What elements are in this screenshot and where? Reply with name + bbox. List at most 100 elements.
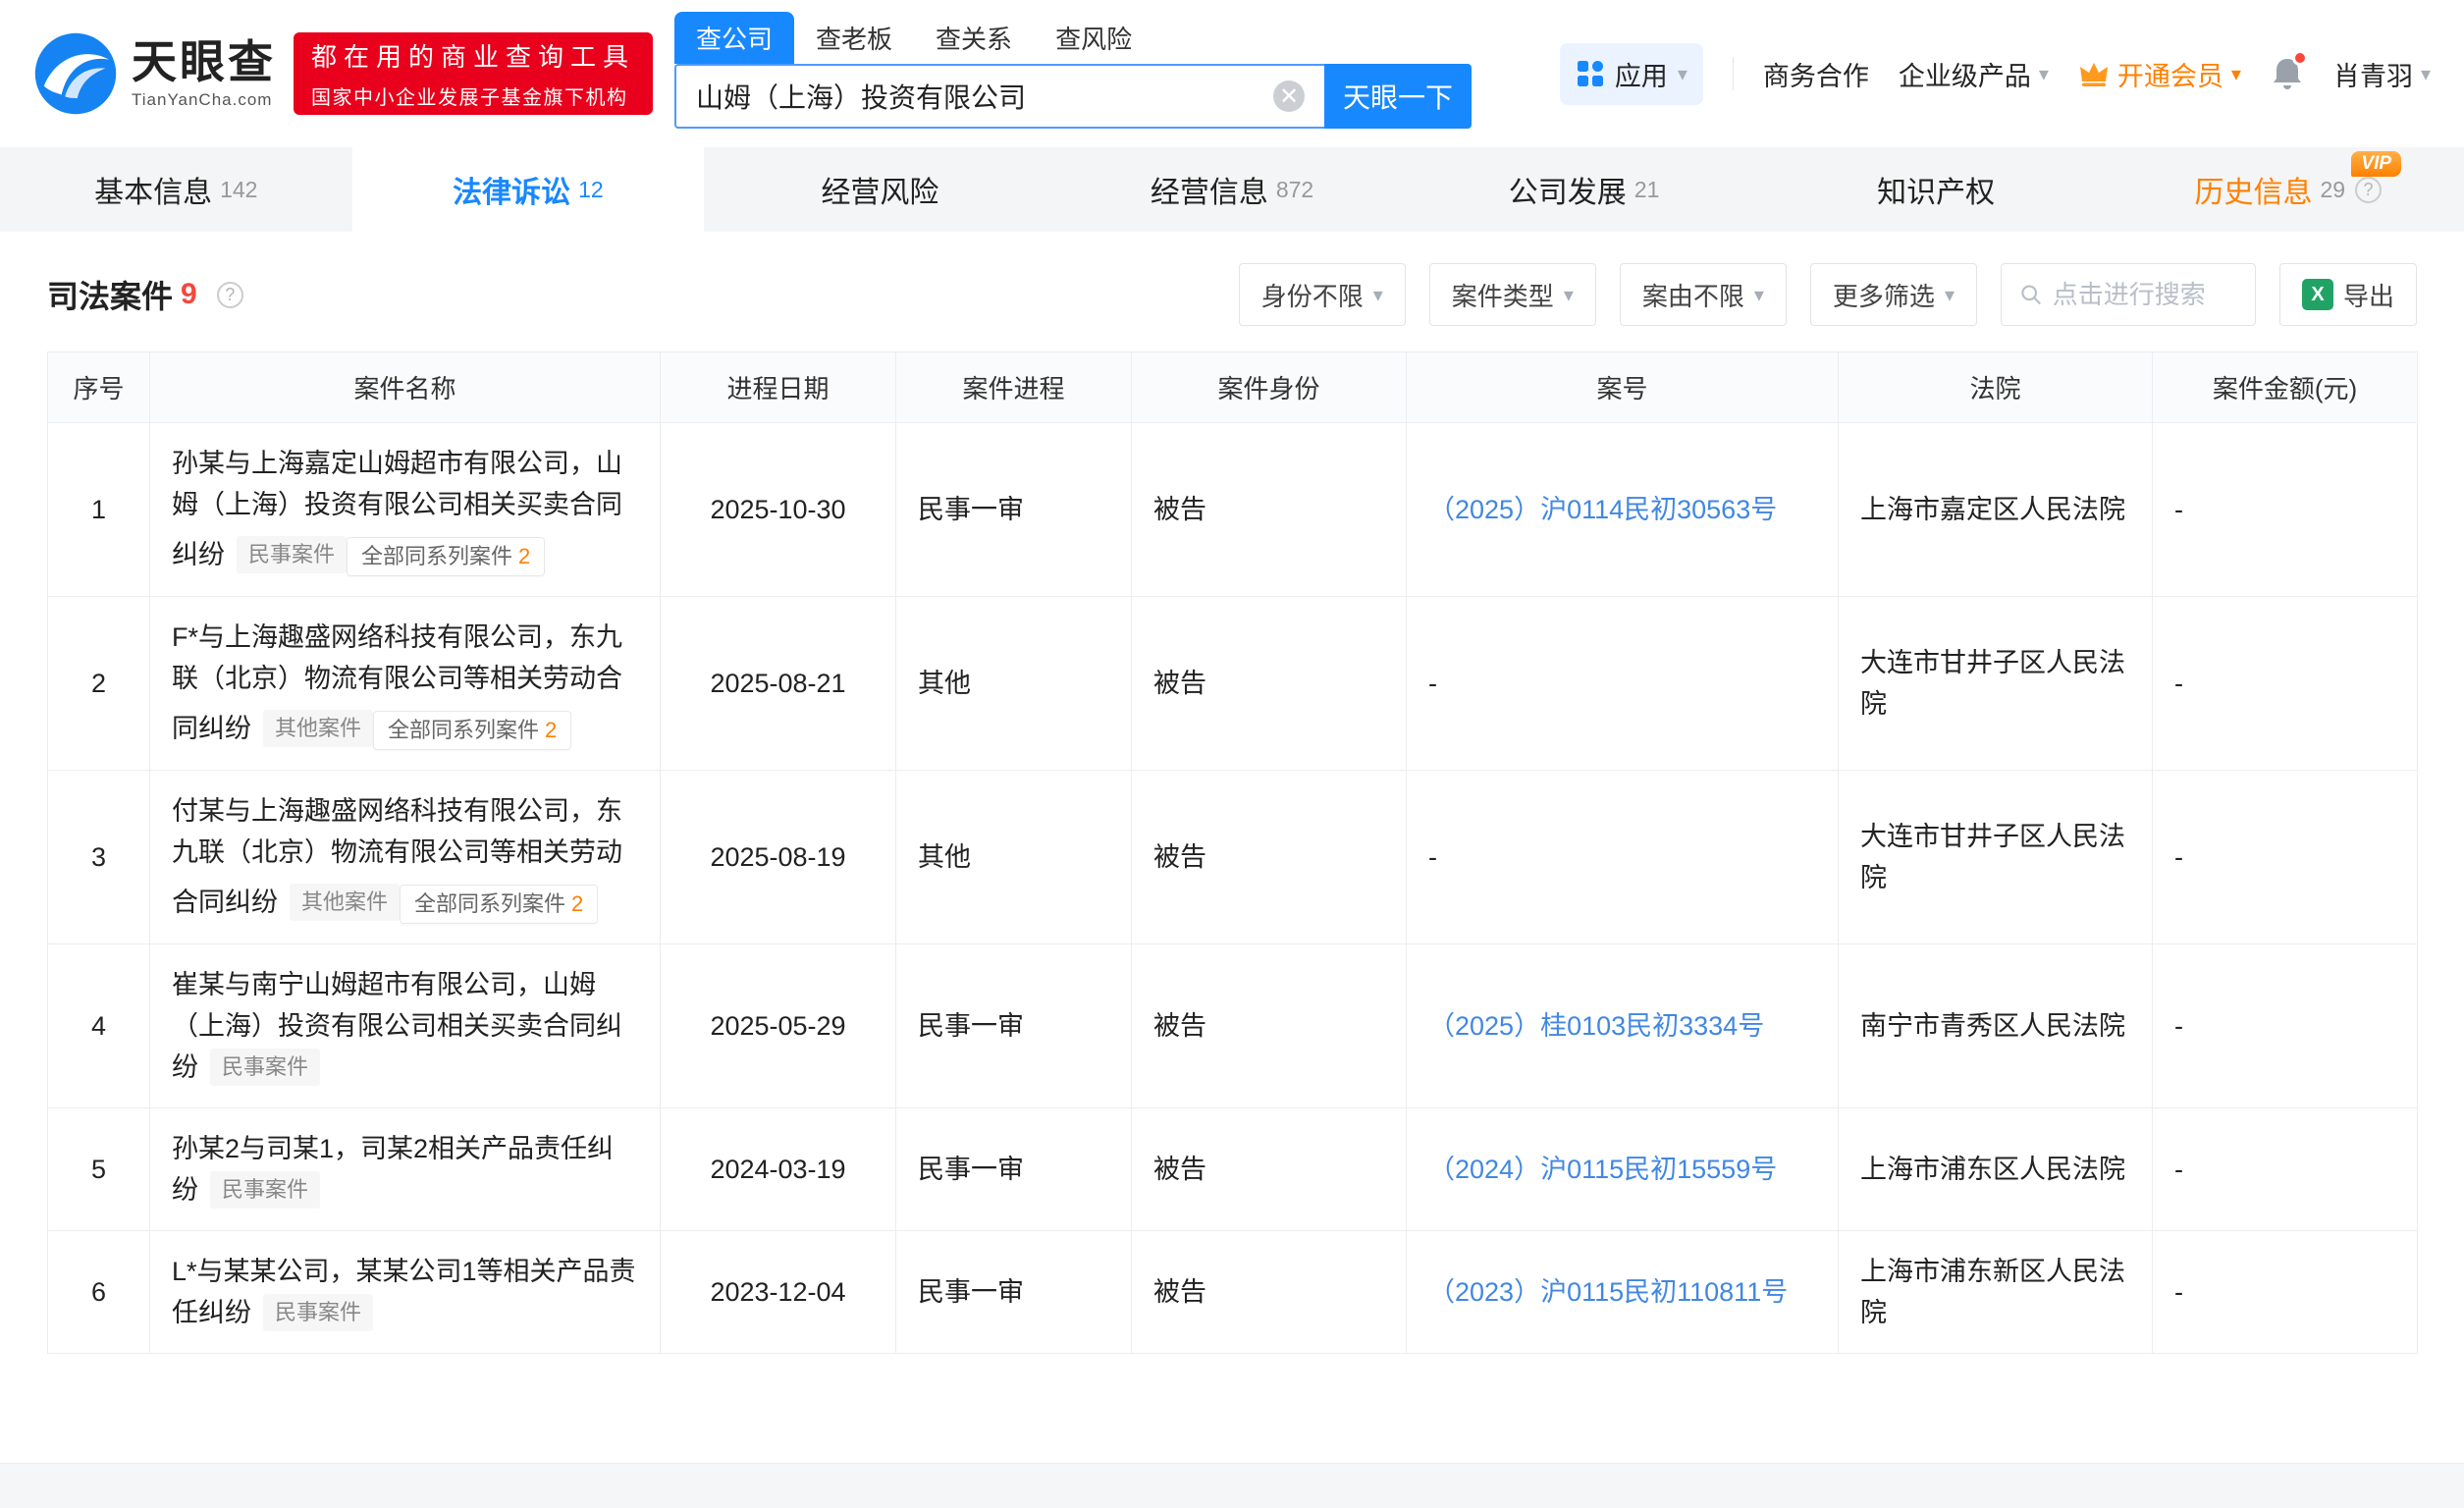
case-number-link[interactable]: （2024）沪0115民初15559号 (1428, 1155, 1777, 1184)
table-row: 6 L*与某某公司，某某公司1等相关产品责任纠纷 民事案件 2023-12-04 民事一… (47, 1230, 2418, 1354)
case-amount: - (2152, 596, 2418, 771)
chevron-down-icon: ▾ (2230, 63, 2241, 85)
series-count: 2 (518, 544, 531, 568)
search-tab-company[interactable]: 查公司 (674, 12, 795, 64)
apps-menu-button[interactable]: 应用 ▾ (1559, 42, 1703, 105)
case-type-tag: 民事案件 (263, 1294, 374, 1331)
series-count: 2 (545, 718, 558, 742)
case-role: 被告 (1131, 943, 1407, 1108)
case-role: 被告 (1131, 422, 1407, 597)
identity-filter-dropdown[interactable]: 身份不限 ▾ (1238, 263, 1406, 326)
case-number-cell: （2025）沪0114民初30563号 (1406, 422, 1839, 597)
tab-label: 经营风险 (821, 177, 939, 209)
case-number-cell: （2024）沪0115民初15559号 (1406, 1107, 1839, 1231)
user-menu[interactable]: 肖青羽 ▾ (2333, 55, 2431, 93)
tab-operational-risk[interactable]: 经营风险 (704, 147, 1056, 232)
search-input[interactable] (696, 81, 1274, 112)
case-number-cell: （2023）沪0115民初110811号 (1406, 1230, 1839, 1354)
nav-open-vip[interactable]: 开通会员 ▾ (2078, 55, 2241, 93)
vip-badge: VIP (2351, 151, 2402, 177)
tab-label: 基本信息 (94, 177, 213, 209)
search-tab-relation[interactable]: 查关系 (914, 12, 1034, 64)
nav-biz-coop[interactable]: 商务合作 (1763, 55, 1869, 93)
case-role: 被告 (1131, 1107, 1407, 1231)
case-progress: 其他 (895, 596, 1132, 771)
chevron-down-icon: ▾ (2420, 63, 2431, 85)
export-button[interactable]: X 导出 (2278, 263, 2417, 326)
cause-filter-dropdown[interactable]: 案由不限 ▾ (1619, 263, 1787, 326)
case-name[interactable]: L*与某某公司，某某公司1等相关产品责任纠纷 (172, 1257, 636, 1327)
filter-bar: 身份不限 ▾ 案件类型 ▾ 案由不限 ▾ 更多筛选 ▾ 点击进行搜索 X 导出 (1238, 263, 2417, 326)
case-number-link[interactable]: （2025）桂0103民初3334号 (1428, 1011, 1764, 1041)
case-type-tag: 民事案件 (210, 1049, 321, 1086)
tab-basic-info[interactable]: 基本信息 142 (0, 147, 352, 232)
cases-tbody: 1 孙某与上海嘉定山姆超市有限公司，山姆（上海）投资有限公司相关买卖合同纠纷 民事案… (47, 422, 2418, 1354)
tab-intellectual-property[interactable]: 知识产权 (1760, 147, 2113, 232)
series-count: 2 (571, 891, 584, 916)
crown-icon (2079, 63, 2108, 86)
case-number-link[interactable]: （2025）沪0114民初30563号 (1428, 495, 1777, 524)
tab-label: 历史信息 (2194, 177, 2313, 209)
search-tab-boss[interactable]: 查老板 (794, 12, 914, 64)
tab-historical-info[interactable]: 历史信息 29 VIP? (2112, 147, 2464, 232)
series-cases-button[interactable]: 全部同系列案件 2 (347, 537, 546, 576)
case-amount: - (2152, 770, 2418, 944)
series-label: 全部同系列案件 (388, 718, 540, 742)
chevron-down-icon: ▾ (1563, 284, 1574, 306)
progress-date: 2025-05-29 (660, 943, 896, 1108)
table-search-input[interactable] (2052, 279, 2237, 310)
page-bottom (0, 1463, 2464, 1508)
court-name: 大连市甘井子区人民法院 (1838, 596, 2153, 771)
table-row: 3 付某与上海趣盛网络科技有限公司，东九联（北京）物流有限公司等相关劳动合同纠纷其… (47, 770, 2418, 944)
search-tabs: 查公司 查老板 查关系 查风险 (674, 12, 1472, 64)
search-button[interactable]: 天眼一下 (1324, 64, 1473, 129)
tab-legal-proceedings[interactable]: 法律诉讼 12 (351, 147, 705, 232)
notifications-button[interactable] (2271, 50, 2308, 91)
enterprise-label: 企业级产品 (1898, 61, 2031, 91)
col-header: 案件进程 (895, 351, 1132, 423)
section-title: 司法案件 (47, 279, 174, 314)
col-header: 序号 (47, 351, 150, 423)
brand-logo[interactable]: 天眼查 TianYanCha.com (33, 31, 276, 116)
more-filters-dropdown[interactable]: 更多筛选 ▾ (1809, 263, 1977, 326)
case-number: - (1428, 842, 1437, 872)
tab-label: 公司发展 (1508, 177, 1627, 209)
court-name: 上海市嘉定区人民法院 (1838, 422, 2153, 597)
promo-line2: 国家中小企业发展子基金旗下机构 (311, 87, 628, 109)
row-index: 2 (47, 596, 150, 771)
tab-company-development[interactable]: 公司发展 21 (1408, 147, 1760, 232)
col-header: 案件金额(元) (2152, 351, 2418, 423)
clear-search-icon[interactable]: ✕ (1273, 81, 1306, 112)
case-role: 被告 (1131, 1230, 1407, 1354)
case-number-cell: - (1406, 596, 1839, 771)
search-block: 查公司查老板查关系查风险 ✕ 天眼一下 (674, 12, 1473, 129)
row-index: 5 (47, 1107, 150, 1231)
promo-line1: 都在用的商业查询工具 (311, 42, 636, 72)
table-search-box[interactable] (2000, 263, 2256, 326)
col-header: 案号 (1406, 351, 1839, 423)
case-name-cell: 崔某与南宁山姆超市有限公司，山姆（上海）投资有限公司相关买卖合同纠纷 民事案件 (149, 943, 661, 1108)
help-icon[interactable]: ? (2355, 176, 2383, 203)
case-role: 被告 (1131, 770, 1407, 944)
court-name: 南宁市青秀区人民法院 (1838, 943, 2153, 1108)
case-type-tag: 民事案件 (210, 1171, 321, 1209)
case-type-tag: 其他案件 (290, 884, 401, 921)
case-type-filter-dropdown[interactable]: 案件类型 ▾ (1428, 263, 1596, 326)
search-icon (2021, 285, 2041, 305)
chevron-down-icon: ▾ (1944, 284, 1955, 306)
help-icon[interactable]: ? (216, 281, 243, 308)
nav-enterprise[interactable]: 企业级产品 ▾ (1899, 55, 2049, 93)
cases-table: 序号 案件名称 进程日期 案件进程 案件身份 案号 法院 案件金额(元) 1 孙某与上海嘉定山姆… (47, 351, 2418, 1354)
tab-business-info[interactable]: 经营信息 872 (1056, 147, 1409, 232)
search-row: ✕ 天眼一下 (674, 64, 1473, 129)
series-cases-button[interactable]: 全部同系列案件 2 (373, 711, 572, 750)
series-label: 全部同系列案件 (361, 544, 513, 568)
chevron-down-icon: ▾ (1677, 63, 1687, 85)
case-number-cell: （2025）桂0103民初3334号 (1406, 943, 1839, 1108)
series-label: 全部同系列案件 (414, 891, 566, 916)
more-filters-label: 更多筛选 (1832, 281, 1935, 311)
series-cases-button[interactable]: 全部同系列案件 2 (400, 885, 599, 924)
username: 肖青羽 (2332, 61, 2413, 91)
search-tab-risk[interactable]: 查风险 (1034, 12, 1153, 64)
case-number-link[interactable]: （2023）沪0115民初110811号 (1428, 1277, 1788, 1307)
